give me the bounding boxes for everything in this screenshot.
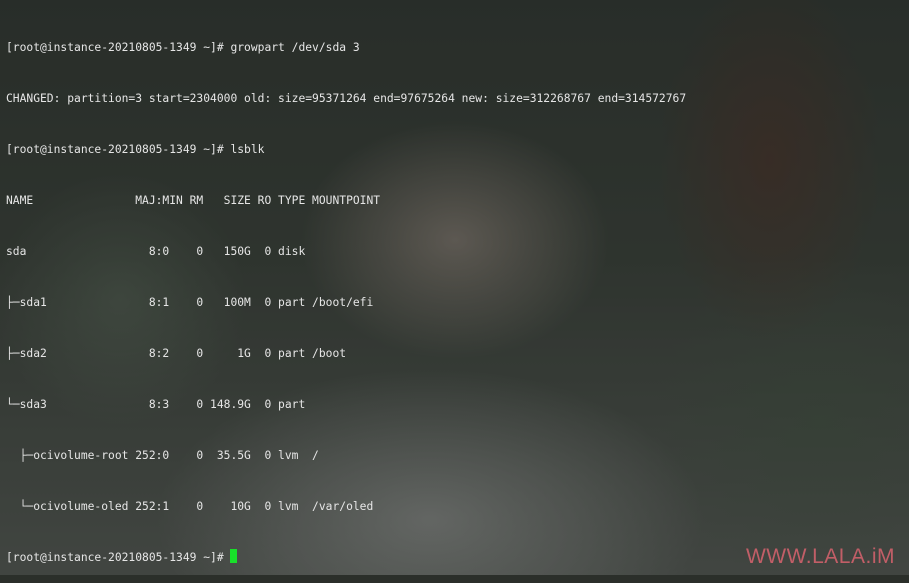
lsblk-row-sda: sda 8:0 0 150G 0 disk — [6, 245, 306, 258]
lsblk-header: NAME MAJ:MIN RM SIZE RO TYPE MOUNTPOINT — [6, 194, 381, 207]
lsblk-row-ocivolume-oled: └─ocivolume-oled 252:1 0 10G 0 lvm /var/… — [6, 500, 374, 513]
terminal-cursor — [230, 549, 238, 563]
terminal-line-command-lsblk: [root@instance-20210805-1349 ~]# lsblk — [6, 143, 265, 156]
terminal-line-command-growpart: [root@instance-20210805-1349 ~]# growpar… — [6, 41, 360, 54]
site-watermark: WWW.LALA.iM — [745, 545, 895, 568]
terminal-line-growpart-result: CHANGED: partition=3 start=2304000 old: … — [6, 92, 687, 105]
terminal-output[interactable]: [root@instance-20210805-1349 ~]# growpar… — [6, 5, 909, 583]
lsblk-row-sda2: ├─sda2 8:2 0 1G 0 part /boot — [6, 347, 347, 360]
terminal-prompt: [root@instance-20210805-1349 ~]# — [6, 551, 231, 564]
lsblk-row-sda1: ├─sda1 8:1 0 100M 0 part /boot/efi — [6, 296, 374, 309]
lsblk-row-ocivolume-root: ├─ocivolume-root 252:0 0 35.5G 0 lvm / — [6, 449, 319, 462]
lsblk-row-sda3: └─sda3 8:3 0 148.9G 0 part — [6, 398, 306, 411]
